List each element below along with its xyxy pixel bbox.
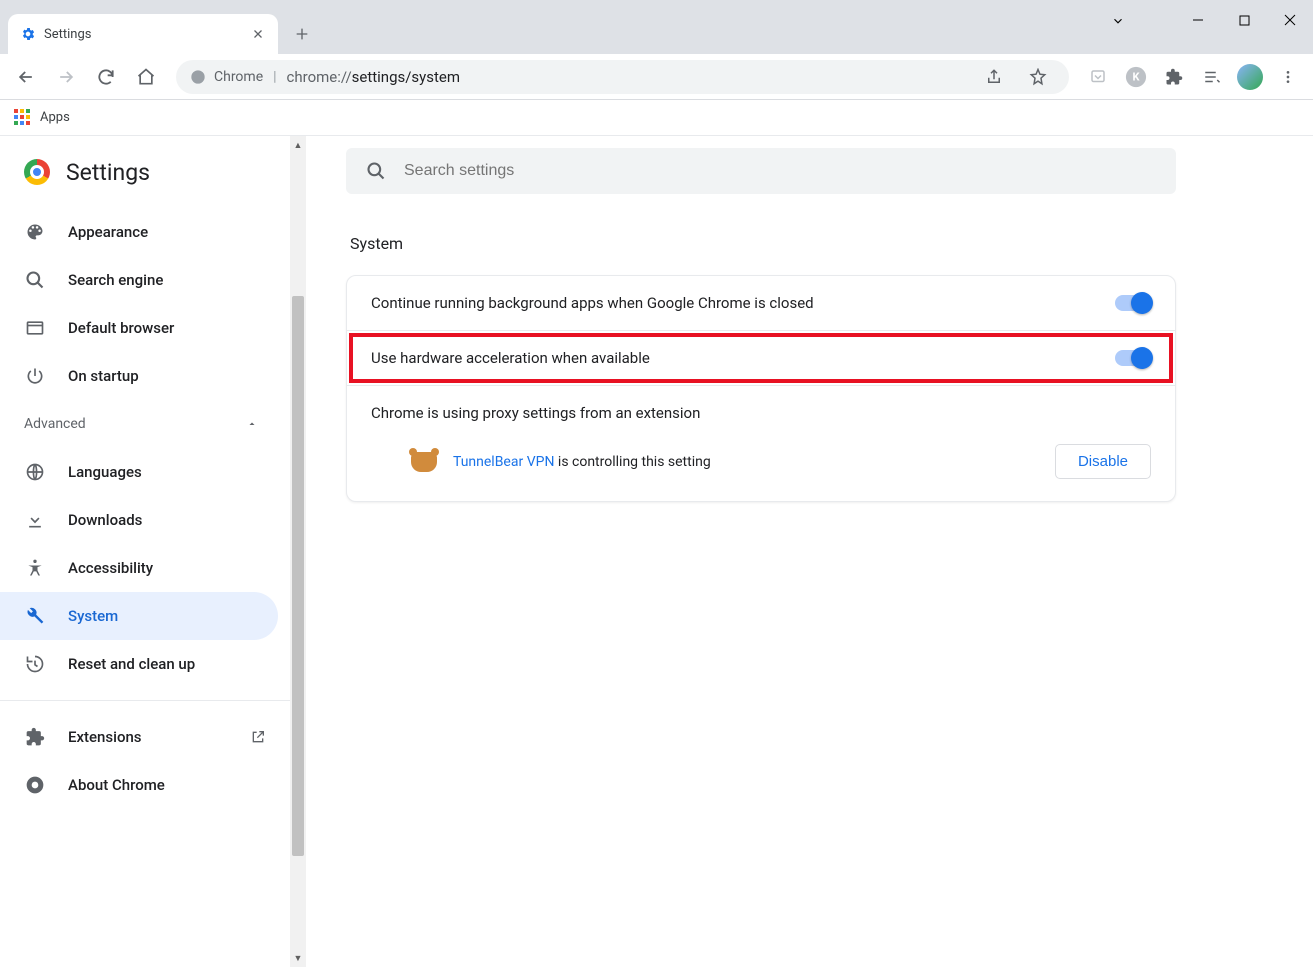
system-settings-card: Continue running background apps when Go…: [346, 275, 1176, 502]
reading-list-icon[interactable]: [1195, 60, 1229, 94]
sidebar-item-accessibility[interactable]: Accessibility: [0, 544, 278, 592]
home-button[interactable]: [128, 59, 164, 95]
proxy-extension-text: TunnelBear VPN is controlling this setti…: [453, 454, 711, 470]
reload-button[interactable]: [88, 59, 124, 95]
forward-button[interactable]: [48, 59, 84, 95]
window-controls: [1175, 0, 1313, 40]
globe-icon: [24, 462, 46, 482]
url-text: chrome://settings/system: [287, 68, 461, 86]
pocket-icon[interactable]: [1081, 60, 1115, 94]
disable-button[interactable]: Disable: [1055, 444, 1151, 479]
setting-row-hardware-accel: Use hardware acceleration when available: [347, 330, 1175, 385]
sidebar-item-downloads[interactable]: Downloads: [0, 496, 278, 544]
sidebar-item-languages[interactable]: Languages: [0, 448, 278, 496]
setting-row-proxy: Chrome is using proxy settings from an e…: [347, 385, 1175, 501]
sidebar-item-reset[interactable]: Reset and clean up: [0, 640, 278, 688]
omnibox-label: Chrome: [214, 69, 263, 85]
external-link-icon: [250, 729, 266, 745]
section-title: System: [350, 234, 1273, 253]
scroll-thumb[interactable]: [292, 296, 304, 856]
sidebar-item-extensions[interactable]: Extensions: [0, 713, 278, 761]
bookmark-star-icon[interactable]: [1021, 60, 1055, 94]
puzzle-icon: [24, 727, 46, 747]
gear-icon: [20, 26, 36, 42]
close-window-button[interactable]: [1267, 0, 1313, 40]
settings-search[interactable]: [346, 148, 1176, 194]
chevron-down-icon[interactable]: [1111, 14, 1125, 28]
apps-label[interactable]: Apps: [40, 110, 70, 125]
sidebar-item-about[interactable]: About Chrome: [0, 761, 278, 809]
settings-sidebar: Settings Appearance Search engine Defaul…: [0, 136, 290, 967]
close-icon[interactable]: [250, 26, 266, 42]
scroll-down-arrow[interactable]: ▼: [290, 949, 306, 967]
svg-text:K: K: [1133, 70, 1141, 83]
download-icon: [24, 510, 46, 530]
tab-title: Settings: [44, 27, 242, 42]
setting-label: Continue running background apps when Go…: [371, 294, 814, 312]
power-icon: [24, 366, 46, 386]
chrome-logo-icon: [24, 159, 50, 185]
browser-tab[interactable]: Settings: [8, 14, 278, 54]
proxy-title: Chrome is using proxy settings from an e…: [371, 404, 1151, 422]
toggle-hardware-accel[interactable]: [1115, 350, 1151, 366]
browser-toolbar: Chrome | chrome://settings/system K: [0, 54, 1313, 100]
restore-icon: [24, 654, 46, 674]
setting-row-background-apps: Continue running background apps when Go…: [347, 276, 1175, 330]
toggle-background-apps[interactable]: [1115, 295, 1151, 311]
profile-avatar[interactable]: [1233, 60, 1267, 94]
sidebar-title: Settings: [66, 159, 150, 186]
sidebar-item-system[interactable]: System: [0, 592, 278, 640]
menu-icon[interactable]: [1271, 60, 1305, 94]
extensions-icon[interactable]: [1157, 60, 1191, 94]
browser-icon: [24, 318, 46, 338]
chrome-icon: [24, 775, 46, 795]
sidebar-header: Settings: [0, 136, 290, 208]
maximize-button[interactable]: [1221, 0, 1267, 40]
profile-badge-icon[interactable]: K: [1119, 60, 1153, 94]
site-info-icon[interactable]: Chrome: [190, 69, 263, 85]
sidebar-scrollbar[interactable]: ▲ ▼: [290, 136, 306, 967]
setting-label: Use hardware acceleration when available: [371, 349, 650, 367]
back-button[interactable]: [8, 59, 44, 95]
sidebar-item-default-browser[interactable]: Default browser: [0, 304, 278, 352]
sidebar-item-on-startup[interactable]: On startup: [0, 352, 278, 400]
apps-icon[interactable]: [14, 109, 32, 127]
content-area: Settings Appearance Search engine Defaul…: [0, 136, 1313, 967]
palette-icon: [24, 222, 46, 242]
sidebar-item-appearance[interactable]: Appearance: [0, 208, 278, 256]
scroll-up-arrow[interactable]: ▲: [290, 136, 306, 154]
accessibility-icon: [24, 558, 46, 578]
sidebar-item-search-engine[interactable]: Search engine: [0, 256, 278, 304]
share-icon[interactable]: [977, 60, 1011, 94]
divider: [0, 700, 290, 701]
new-tab-button[interactable]: [286, 18, 318, 50]
search-input[interactable]: [404, 162, 1156, 180]
tunnelbear-icon: [411, 452, 437, 472]
bookmarks-bar: Apps: [0, 100, 1313, 136]
minimize-button[interactable]: [1175, 0, 1221, 40]
search-icon: [366, 161, 386, 181]
settings-main: System Continue running background apps …: [306, 136, 1313, 967]
advanced-section-toggle[interactable]: Advanced: [0, 400, 290, 448]
tab-strip: Settings: [0, 0, 1313, 54]
address-bar[interactable]: Chrome | chrome://settings/system: [176, 60, 1069, 94]
chevron-up-icon: [246, 418, 258, 430]
wrench-icon: [24, 606, 46, 626]
search-icon: [24, 270, 46, 290]
